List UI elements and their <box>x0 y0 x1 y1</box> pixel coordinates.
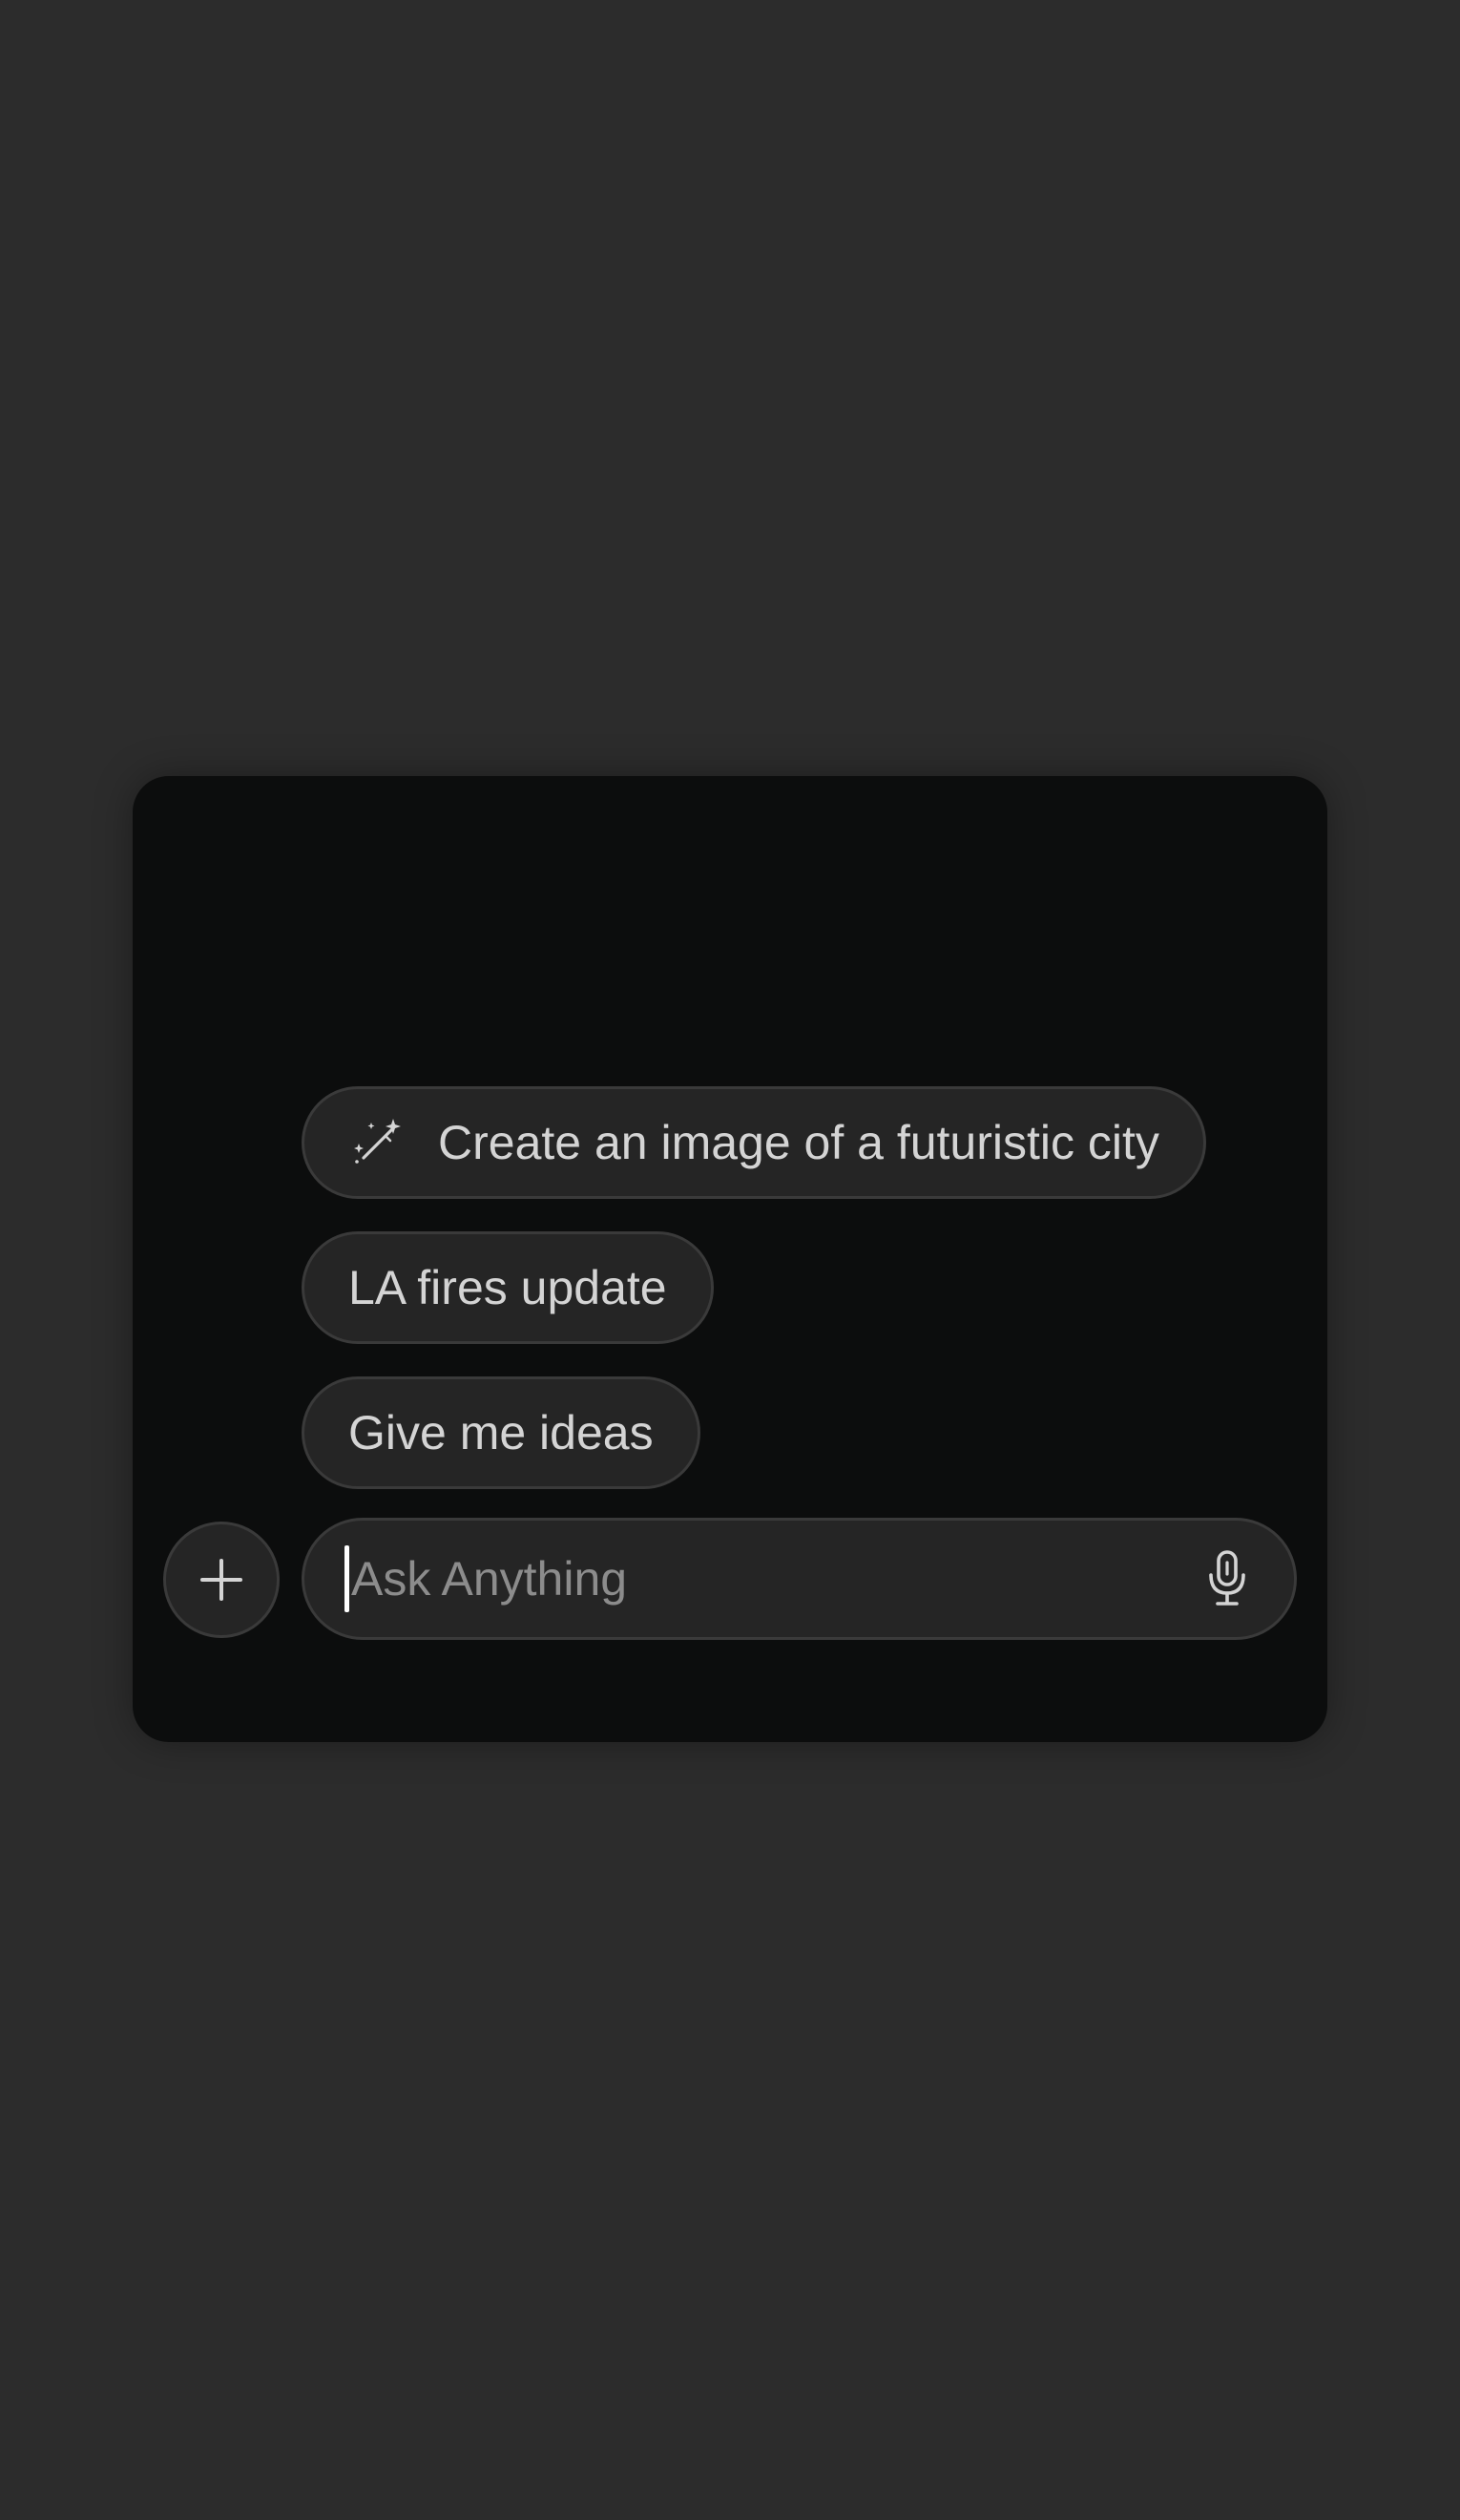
composer-bar <box>302 1518 1297 1640</box>
suggestion-create-image-button[interactable]: Create an image of a futuristic city <box>302 1086 1206 1199</box>
suggestion-give-ideas-button[interactable]: Give me ideas <box>302 1376 700 1489</box>
microphone-button[interactable] <box>1199 1541 1256 1617</box>
suggestion-label: Give me ideas <box>348 1406 654 1460</box>
suggestion-label: LA fires update <box>348 1261 667 1314</box>
suggestion-label: Create an image of a futuristic city <box>438 1116 1159 1169</box>
add-attachment-button[interactable] <box>163 1522 280 1638</box>
plus-icon <box>198 1557 244 1603</box>
ask-input[interactable] <box>351 1541 1199 1617</box>
microphone-icon <box>1206 1550 1248 1607</box>
text-cursor <box>344 1545 349 1612</box>
suggestion-la-fires-button[interactable]: LA fires update <box>302 1231 714 1344</box>
magic-wand-icon <box>350 1116 404 1169</box>
